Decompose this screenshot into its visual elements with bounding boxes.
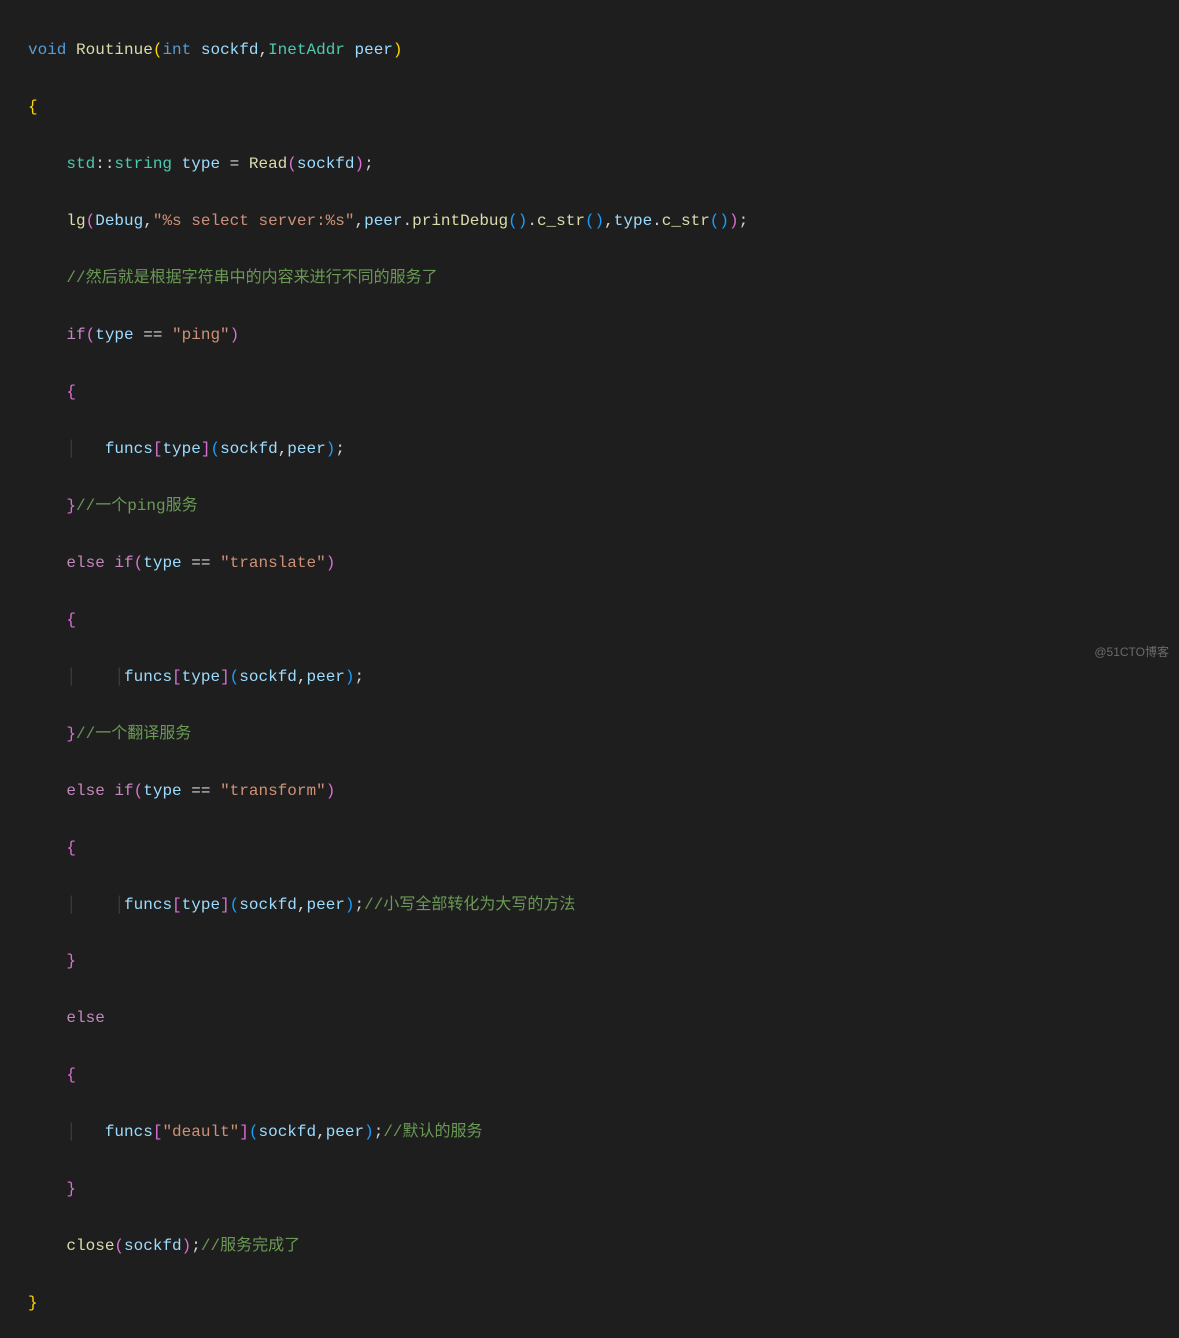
code-line: else if(type == "transform") [28,777,1179,805]
parameter: peer [355,41,393,59]
code-line: { [28,93,1179,121]
code-line: { [28,606,1179,634]
code-line: }//一个ping服务 [28,492,1179,520]
string-literal: "ping" [172,326,230,344]
argument: peer [307,668,345,686]
comment: //默认的服务 [383,1123,482,1141]
type-name: InetAddr [268,41,345,59]
watermark: @51CTO博客 [1094,642,1169,663]
code-line: }//一个翻译服务 [28,720,1179,748]
method-call: c_str [537,212,585,230]
argument: Debug [95,212,143,230]
keyword: else [66,554,104,572]
variable: type [143,782,181,800]
parameter: sockfd [201,41,259,59]
string-literal: "transform" [220,782,326,800]
method-call: c_str [662,212,710,230]
variable: funcs [124,896,172,914]
argument: sockfd [220,440,278,458]
keyword: if [114,554,133,572]
argument: type [614,212,652,230]
code-line: { [28,1061,1179,1089]
comment: //服务完成了 [201,1237,300,1255]
argument: sockfd [239,896,297,914]
code-line: else [28,1004,1179,1032]
code-line: //然后就是根据字符串中的内容来进行不同的服务了 [28,264,1179,292]
code-line: std::string type = Read(sockfd); [28,150,1179,178]
argument: peer [287,440,325,458]
code-line: void Routinue(int sockfd,InetAddr peer) [28,36,1179,64]
code-line: else if(type == "translate") [28,549,1179,577]
argument: sockfd [297,155,355,173]
variable: type [182,155,220,173]
code-line: │ │funcs[type](sockfd,peer); [28,663,1179,691]
code-line: { [28,378,1179,406]
key: type [162,440,200,458]
string-literal: "translate" [220,554,326,572]
argument: sockfd [124,1237,182,1255]
code-line: } [28,1175,1179,1203]
code-line: } [28,1289,1179,1317]
variable: funcs [105,440,153,458]
keyword: else [66,782,104,800]
string-literal: "deault" [162,1123,239,1141]
argument: peer [326,1123,364,1141]
string-literal: "%s select server:%s" [153,212,355,230]
code-line: lg(Debug,"%s select server:%s",peer.prin… [28,207,1179,235]
code-block: void Routinue(int sockfd,InetAddr peer) … [0,0,1179,1338]
variable: type [95,326,133,344]
function-call: Read [249,155,287,173]
code-line: │ funcs["deault"](sockfd,peer);//默认的服务 [28,1118,1179,1146]
argument: peer [307,896,345,914]
type-name: string [114,155,172,173]
operator: == [191,782,210,800]
code-line: │ │funcs[type](sockfd,peer);//小写全部转化为大写的… [28,891,1179,919]
code-line: │ funcs[type](sockfd,peer); [28,435,1179,463]
argument: sockfd [239,668,297,686]
keyword: if [114,782,133,800]
method-call: printDebug [412,212,508,230]
function-name: Routinue [76,41,153,59]
keyword: else [66,1009,104,1027]
variable: type [143,554,181,572]
function-call: close [66,1237,114,1255]
operator: == [143,326,162,344]
code-line: if(type == "ping") [28,321,1179,349]
code-line: { [28,834,1179,862]
code-line: close(sockfd);//服务完成了 [28,1232,1179,1260]
key: type [182,896,220,914]
comment: //然后就是根据字符串中的内容来进行不同的服务了 [66,269,437,287]
comment: //一个翻译服务 [76,725,191,743]
argument: peer [364,212,402,230]
argument: sockfd [258,1123,316,1141]
code-line: } [28,947,1179,975]
comment: //一个ping服务 [76,497,198,515]
variable: funcs [105,1123,153,1141]
namespace: std [66,155,95,173]
keyword: if [66,326,85,344]
key: type [182,668,220,686]
operator: == [191,554,210,572]
keyword: int [162,41,191,59]
comment: //小写全部转化为大写的方法 [364,896,575,914]
variable: funcs [124,668,172,686]
function-call: lg [66,212,85,230]
keyword: void [28,41,66,59]
